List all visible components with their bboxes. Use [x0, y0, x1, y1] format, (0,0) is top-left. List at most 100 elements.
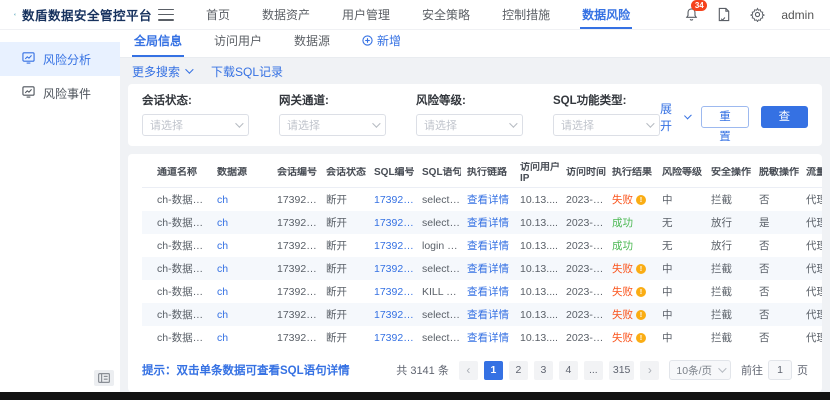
cell-sqlno[interactable]: 1739230... — [371, 257, 419, 280]
cell-sqlno[interactable]: 1739230... — [371, 188, 419, 211]
cell-text: ch-数据通道 — [157, 307, 211, 322]
filter-panel: 会话状态:请选择网关通道:请选择风险等级:请选择SQL功能类型:请选择 展开 重… — [128, 84, 822, 146]
table-row[interactable]: ch-数据通道ch1739227...断开1739230...select NU… — [142, 326, 822, 349]
table-row[interactable]: ch-数据通道ch1739230...断开1739230...login -uu… — [142, 234, 822, 257]
tab-1[interactable]: 访问用户 — [212, 32, 264, 57]
tab-3[interactable]: 新增 — [360, 32, 403, 57]
page-button-2[interactable]: 2 — [509, 361, 528, 380]
nav-item-label: 首页 — [206, 6, 230, 23]
more-search-link[interactable]: 更多搜索 — [132, 63, 191, 80]
cell-text: 1739230... — [277, 240, 320, 252]
cell-link[interactable]: 查看详情 — [464, 326, 517, 349]
cell-link[interactable]: 查看详情 — [464, 211, 517, 234]
cell-link[interactable]: 查看详情 — [464, 303, 517, 326]
cell-result: 失败! — [609, 303, 659, 326]
nav-item-2[interactable]: 用户管理 — [326, 0, 406, 29]
cell-action: 拦截 — [708, 257, 756, 280]
filter-label: SQL功能类型: — [553, 92, 660, 108]
cell-flow: 代理 — [803, 188, 822, 211]
result-value: 失败! — [612, 330, 646, 345]
select-placeholder: 请选择 — [561, 117, 594, 133]
cell-sqlno[interactable]: 1739230... — [371, 211, 419, 234]
sidebar-item-1[interactable]: 风险事件 — [0, 76, 120, 110]
download-sql-link[interactable]: 下载SQL记录 — [211, 63, 283, 80]
filter-select-3[interactable]: 请选择 — [553, 114, 660, 136]
cell-link[interactable]: 查看详情 — [464, 188, 517, 211]
table-row[interactable]: ch-数据通道ch1739227...断开1739230...select NU… — [142, 303, 822, 326]
result-value: 失败! — [612, 307, 646, 322]
cell-text: 拦截 — [711, 284, 732, 299]
cell-ds[interactable]: ch — [214, 211, 274, 234]
column-header-label: 执行结果 — [612, 167, 652, 178]
cell-text: 10.13.... — [520, 217, 558, 229]
cell-channel: ch-数据通道 — [154, 326, 214, 349]
column-header-result: 执行结果 — [609, 158, 659, 187]
nav-item-3[interactable]: 安全策略 — [406, 0, 486, 29]
reset-button[interactable]: 重置 — [701, 106, 748, 128]
nav-item-1[interactable]: 数据资产 — [246, 0, 326, 29]
notification-bell-icon[interactable]: 34 — [682, 6, 700, 24]
page-button-4[interactable]: 4 — [559, 361, 578, 380]
filter-select-1[interactable]: 请选择 — [279, 114, 386, 136]
table-row[interactable]: ch-数据通道ch1739230...断开1739230...select * … — [142, 257, 822, 280]
cell-ds[interactable]: ch — [214, 303, 274, 326]
nav-item-4[interactable]: 控制措施 — [486, 0, 566, 29]
select-placeholder: 请选择 — [424, 117, 457, 133]
table-row[interactable]: ch-数据通道ch1739230...断开1739230...select NU… — [142, 188, 822, 211]
cell-ds[interactable]: ch — [214, 188, 274, 211]
sidebar-item-0[interactable]: 风险分析 — [0, 42, 120, 76]
tab-label: 数据源 — [294, 32, 330, 49]
expand-link[interactable]: 展开 — [660, 100, 689, 134]
table-row[interactable]: ch-数据通道ch1739230...断开1739230...select * … — [142, 211, 822, 234]
query-button[interactable]: 查询 — [761, 106, 808, 128]
prev-page-button[interactable]: ‹ — [459, 361, 478, 380]
cell-text: 1739230... — [374, 332, 416, 344]
tab-2[interactable]: 数据源 — [292, 32, 332, 57]
file-record-icon[interactable] — [715, 6, 733, 24]
table-row[interactable]: ch-数据通道ch1739230...断开1739230...KILL QUE.… — [142, 280, 822, 303]
cell-link[interactable]: 查看详情 — [464, 234, 517, 257]
warning-icon: ! — [636, 264, 646, 274]
page-button-315[interactable]: 315 — [609, 361, 635, 380]
cell-sqlno[interactable]: 1739230... — [371, 280, 419, 303]
menu-toggle-icon[interactable] — [158, 9, 174, 21]
nav-item-5[interactable]: 数据风险 — [566, 0, 646, 29]
page-size-select[interactable]: 10条/页 — [669, 360, 731, 380]
cell-ds[interactable]: ch — [214, 326, 274, 349]
next-page-button[interactable]: › — [640, 361, 659, 380]
cell-sqlno[interactable]: 1739230... — [371, 234, 419, 257]
column-header-label: 访问时间 — [566, 167, 606, 178]
page-button-1[interactable]: 1 — [484, 361, 503, 380]
filter-select-2[interactable]: 请选择 — [416, 114, 523, 136]
sidebar-collapse-icon[interactable] — [94, 370, 114, 386]
goto-page-input[interactable] — [768, 360, 792, 380]
cell-text: 10.13.... — [520, 286, 558, 298]
cell-mask: 否 — [756, 234, 803, 257]
cell-time: 2023-12-... — [563, 211, 609, 234]
cell-mask: 否 — [756, 280, 803, 303]
username[interactable]: admin — [781, 8, 814, 22]
pagination-total: 共 3141 条 — [396, 362, 449, 378]
cell-link[interactable]: 查看详情 — [464, 257, 517, 280]
pagination: 共 3141 条‹1234...315›10条/页前往页 — [396, 360, 808, 380]
filter-select-0[interactable]: 请选择 — [142, 114, 249, 136]
cell-ip: 10.13.... — [517, 303, 563, 326]
cell-ds[interactable]: ch — [214, 280, 274, 303]
cell-text: 查看详情 — [467, 307, 509, 322]
nav-item-0[interactable]: 首页 — [190, 0, 246, 29]
settings-gear-icon[interactable] — [748, 6, 766, 24]
cell-link[interactable]: 查看详情 — [464, 280, 517, 303]
cell-text: 1739227... — [277, 332, 320, 344]
cell-sqlno[interactable]: 1739230... — [371, 326, 419, 349]
cell-time: 2023-12-... — [563, 234, 609, 257]
cell-text: select * fr... — [422, 217, 461, 229]
cell-flow: 代理 — [803, 303, 822, 326]
result-value: 失败! — [612, 261, 646, 276]
cell-text: 中 — [662, 284, 673, 299]
cell-ds[interactable]: ch — [214, 234, 274, 257]
cell-flow: 代理 — [803, 234, 822, 257]
cell-sqlno[interactable]: 1739230... — [371, 303, 419, 326]
tab-0[interactable]: 全局信息 — [132, 32, 184, 57]
cell-ds[interactable]: ch — [214, 257, 274, 280]
page-button-3[interactable]: 3 — [534, 361, 553, 380]
